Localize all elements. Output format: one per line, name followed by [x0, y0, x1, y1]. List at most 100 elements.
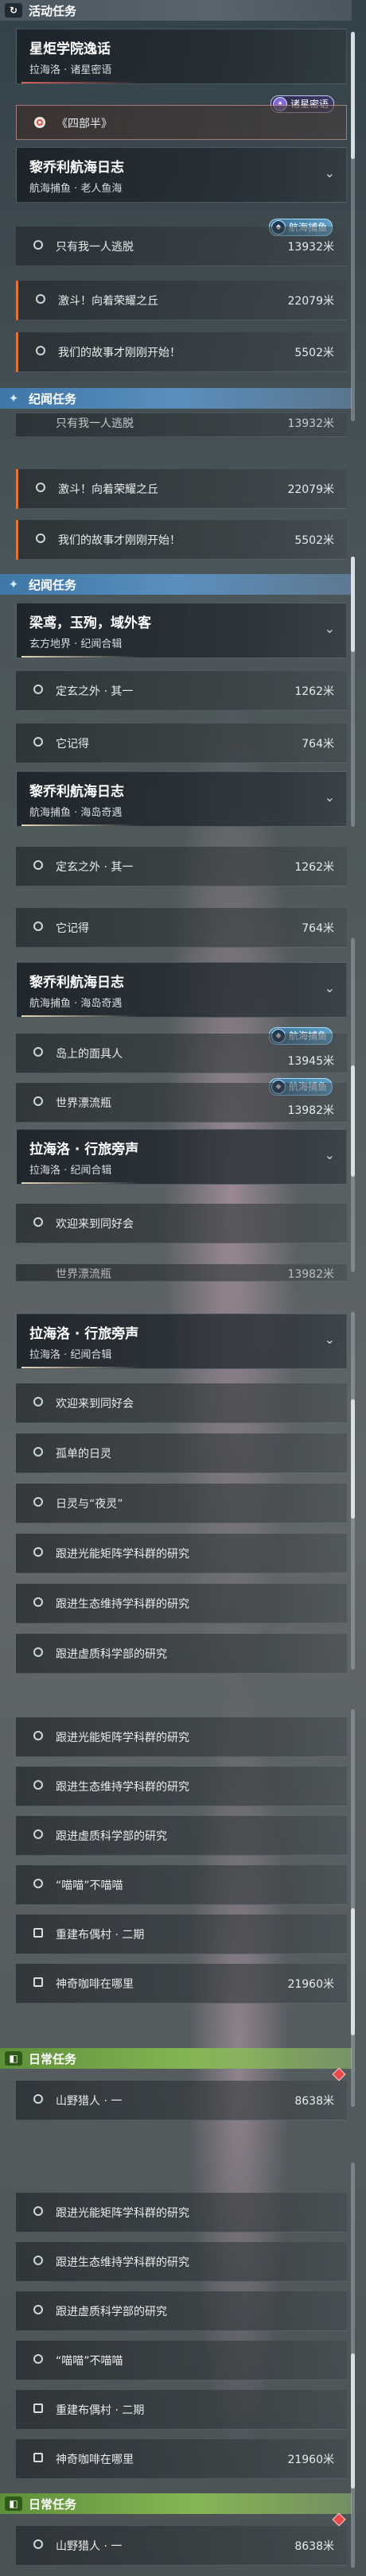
- alert-diamond-icon: [332, 2512, 346, 2527]
- sparkle-icon: ✦: [8, 391, 19, 405]
- step-label: 山野猎人 · 一: [56, 2095, 123, 2108]
- quest-step-row[interactable]: 跟进虚质科学部的研究: [16, 2291, 347, 2331]
- radio-circle-icon: [33, 2256, 43, 2265]
- step-label: 重建布偶村 · 二期: [56, 1929, 145, 1942]
- step-distance: 13982米: [287, 1104, 334, 1117]
- scrollbar-thumb[interactable]: [351, 1065, 355, 1177]
- quest-step-row[interactable]: 我们的故事才刚刚开始！ 5502米: [16, 520, 347, 560]
- quest-card-lahailuo[interactable]: 拉海洛 · 行旅旁声 拉海洛 · 纪闻合辑 ⌄: [16, 1129, 347, 1185]
- scrollbar-thumb[interactable]: [351, 1908, 355, 2035]
- radio-circle-icon: [33, 1597, 43, 1607]
- quest-step-row[interactable]: 重建布偶村 · 二期: [16, 1915, 347, 1954]
- step-label: 跟进虚质科学部的研究: [56, 1648, 167, 1661]
- quest-step-row[interactable]: 它记得 764米: [16, 908, 347, 948]
- step-label: 我们的故事才刚刚开始！: [58, 347, 181, 359]
- sparkle-icon: ✦: [8, 577, 19, 592]
- quest-card-xingju[interactable]: 星炬学院逸话 拉海洛 · 诸星密语: [16, 29, 347, 84]
- radio-circle-icon: [36, 533, 45, 543]
- quest-step-row[interactable]: 激斗！向着荣耀之丘 22079米: [16, 281, 347, 320]
- radio-circle-icon: [33, 1047, 43, 1057]
- quest-accent-bar: [21, 824, 141, 826]
- quest-step-row[interactable]: 只有我一人逃脱 13932米: [16, 227, 347, 266]
- quest-step-row[interactable]: 岛上的面具人 13945米: [16, 1034, 347, 1073]
- step-label: 跟进虚质科学部的研究: [56, 2306, 167, 2318]
- step-distance: 13982米: [287, 1268, 334, 1281]
- quest-card-liqiao[interactable]: 黎乔利航海日志 航海捕鱼 · 老人鱼海 ⌄: [16, 147, 347, 203]
- step-label: 重建布偶村 · 二期: [56, 2404, 145, 2417]
- quest-step-row[interactable]: 跟进虚质科学部的研究: [16, 1816, 347, 1856]
- scrollbar-thumb[interactable]: [351, 1399, 355, 1519]
- quest-step-row[interactable]: 日灵与“夜灵”: [16, 1484, 347, 1523]
- quest-step-row[interactable]: 定玄之外 · 其一 1262米: [16, 847, 347, 886]
- quest-subtitle: 拉海洛 · 纪闻合辑: [29, 1165, 112, 1177]
- quest-step-row[interactable]: 欢迎来到同好会: [16, 1383, 347, 1423]
- daily-quests-header[interactable]: ◧ 日常任务: [0, 2493, 352, 2514]
- quest-step-row[interactable]: 神奇咖啡在哪里 21960米: [16, 2439, 347, 2479]
- step-label: 它记得: [56, 922, 89, 935]
- step-distance: 1262米: [294, 861, 334, 874]
- quest-step-row[interactable]: 激斗！向着荣耀之丘 22079米: [16, 469, 347, 509]
- quest-step-row-partial[interactable]: 世界漂流瓶 13982米: [16, 1264, 347, 1282]
- daily-quests-header[interactable]: ◧ 日常任务: [0, 2048, 352, 2069]
- radio-circle-icon: [33, 1447, 43, 1457]
- quest-step-row[interactable]: 山野猎人 · 一 8638米: [16, 2081, 347, 2120]
- scrollbar-thumb[interactable]: [351, 32, 355, 159]
- step-label: 跟进光能矩阵学科群的研究: [56, 1732, 189, 1744]
- quest-card-liqiao2[interactable]: 黎乔利航海日志 航海捕鱼 · 海岛奇遇 ⌄: [16, 771, 347, 827]
- quest-step-row[interactable]: 跟进生态维持学科群的研究: [16, 2242, 347, 2282]
- side-quests-header[interactable]: ✦ 纪闻任务: [0, 574, 352, 595]
- quest-step-row[interactable]: 山野猎人 · 一 8638米: [16, 2526, 347, 2566]
- daily-quests-title: 日常任务: [29, 2496, 77, 2512]
- quest-step-row[interactable]: 定玄之外 · 其一 1262米: [16, 671, 347, 711]
- quest-title: 星炬学院逸话: [29, 41, 111, 57]
- radio-circle-icon: [33, 737, 43, 747]
- chevron-down-icon: ⌄: [324, 1147, 335, 1162]
- scrollbar-thumb[interactable]: [351, 557, 355, 652]
- side-quests-header[interactable]: ✦ 纪闻任务: [0, 388, 352, 409]
- calendar-icon: ◧: [5, 2496, 22, 2511]
- step-label: 世界漂流瓶: [56, 1268, 111, 1281]
- tracked-step-row[interactable]: 《四部半》: [16, 105, 347, 140]
- quest-accent-bar: [21, 1367, 141, 1368]
- quest-step-row[interactable]: 跟进虚质科学部的研究: [16, 1634, 347, 1674]
- side-quests-title: 纪闻任务: [29, 391, 77, 406]
- quest-step-row[interactable]: 跟进光能矩阵学科群的研究: [16, 2193, 347, 2233]
- quest-step-row[interactable]: 跟进光能矩阵学科群的研究: [16, 1534, 347, 1573]
- quest-step-row[interactable]: “喵喵”不喵喵: [16, 2341, 347, 2380]
- scrollbar-thumb[interactable]: [351, 2353, 355, 2489]
- quest-title: 梁鸢，玉殉，域外客: [29, 615, 151, 631]
- radio-circle-icon: [33, 1731, 43, 1740]
- quest-step-row[interactable]: “喵喵”不喵喵: [16, 1865, 347, 1905]
- quest-step-row[interactable]: 它记得 764米: [16, 724, 347, 763]
- quest-step-row[interactable]: 世界漂流瓶 13982米: [16, 1083, 347, 1123]
- calendar-icon: ◧: [5, 2051, 22, 2066]
- quest-subtitle: 玄方地界 · 纪闻合辑: [29, 638, 123, 650]
- active-quests-header[interactable]: ↻ 活动任务: [0, 0, 352, 21]
- quest-title: 拉海洛 · 行旅旁声: [29, 1326, 139, 1342]
- quest-step-row[interactable]: 欢迎来到同好会: [16, 1204, 347, 1243]
- quest-card-liangniao[interactable]: 梁鸢，玉殉，域外客 玄方地界 · 纪闻合辑 ⌄: [16, 603, 347, 658]
- step-label: 跟进生态维持学科群的研究: [56, 2256, 189, 2269]
- chevron-down-icon: ⌄: [324, 789, 335, 805]
- square-bullet-icon: [33, 1977, 43, 1987]
- quest-card-liqiao2[interactable]: 黎乔利航海日志 航海捕鱼 · 海岛奇遇 ⌄: [16, 962, 347, 1018]
- quest-card-lahailuo2[interactable]: 拉海洛 · 行旅旁声 拉海洛 · 纪闻合辑 ⌄: [16, 1313, 347, 1369]
- step-label: 欢迎来到同好会: [56, 1218, 134, 1231]
- radio-circle-icon: [33, 1397, 43, 1406]
- quest-title: 黎乔利航海日志: [29, 975, 124, 991]
- quest-step-row[interactable]: 跟进生态维持学科群的研究: [16, 1584, 347, 1624]
- radio-circle-icon: [33, 921, 43, 931]
- step-label: 世界漂流瓶: [56, 1097, 111, 1110]
- quest-step-row[interactable]: 我们的故事才刚刚开始！ 5502米: [16, 332, 347, 372]
- quest-step-row[interactable]: 神奇咖啡在哪里 21960米: [16, 1964, 347, 2004]
- quest-step-row[interactable]: 重建布偶村 · 二期: [16, 2390, 347, 2430]
- quest-step-row[interactable]: 跟进光能矩阵学科群的研究: [16, 1717, 347, 1757]
- quest-step-row[interactable]: 孤单的日灵: [16, 1433, 347, 1473]
- quest-step-row-partial[interactable]: 只有我一人逃脱 13932米: [16, 413, 347, 437]
- step-distance: 8638米: [294, 2540, 334, 2553]
- quest-step-row[interactable]: 跟进生态维持学科群的研究: [16, 1767, 347, 1806]
- square-bullet-icon: [33, 2453, 43, 2462]
- radio-circle-icon: [33, 240, 43, 250]
- step-label: 日灵与“夜灵”: [56, 1498, 123, 1511]
- radio-circle-icon: [33, 1647, 43, 1657]
